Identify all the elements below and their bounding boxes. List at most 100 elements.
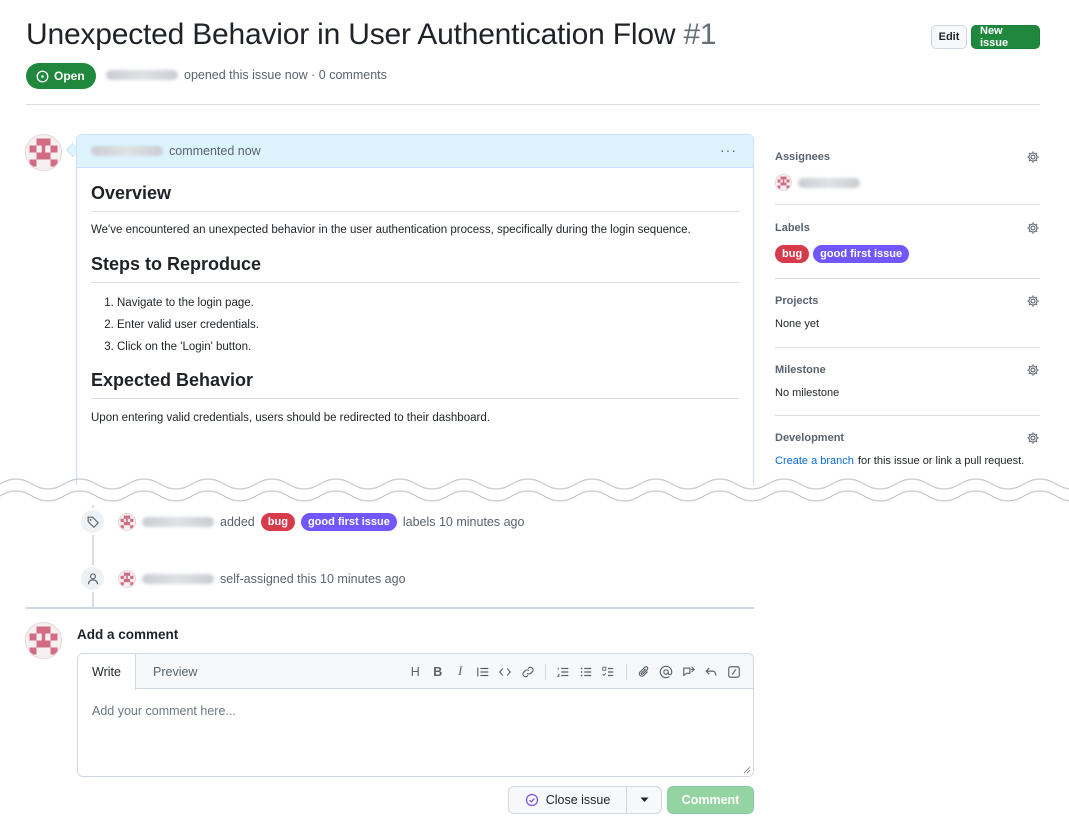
editor-tabs: Write Preview H B I: [78, 654, 753, 690]
list-item: Enter valid user credentials.: [117, 314, 739, 336]
sidebar-projects: Projects None yet: [775, 293, 1040, 330]
timeline-event-text: labels 10 minutes ago: [402, 514, 525, 529]
expected-heading: Expected Behavior: [91, 370, 739, 399]
heading-icon[interactable]: H: [404, 661, 427, 683]
gear-icon[interactable]: [1026, 431, 1040, 445]
timeline-labels-event: added bug good first issue labels 10 min…: [79, 508, 524, 535]
bold-icon[interactable]: B: [427, 661, 450, 683]
resize-handle-icon[interactable]: [743, 766, 751, 774]
sidebar-divider: [775, 278, 1040, 279]
avatar[interactable]: [118, 569, 136, 588]
sidebar-divider: [775, 204, 1040, 205]
tag-icon: [79, 508, 106, 535]
sidebar-assignees: Assignees: [775, 149, 1040, 191]
close-issue-button[interactable]: Close issue: [508, 786, 627, 814]
redacted-username[interactable]: [106, 70, 178, 80]
add-comment-title: Add a comment: [77, 627, 179, 642]
label-bug[interactable]: bug: [260, 512, 295, 531]
issue-meta: opened this issue now · 0 comments: [106, 68, 387, 82]
redacted-username[interactable]: [142, 573, 214, 584]
redacted-username[interactable]: [142, 516, 214, 527]
header-divider: [26, 104, 1040, 105]
sidebar-divider: [775, 415, 1040, 416]
timeline-assign-event: self-assigned this 10 minutes ago: [79, 565, 406, 592]
sidebar-milestone: Milestone No milestone: [775, 362, 1040, 399]
overview-text: We've encountered an unexpected behavior…: [91, 224, 691, 236]
sidebar-title: Development: [775, 432, 845, 444]
gear-icon[interactable]: [1026, 363, 1040, 377]
unordered-list-icon[interactable]: [575, 661, 598, 683]
create-branch-link[interactable]: Create a branch: [775, 455, 854, 467]
attach-icon[interactable]: [633, 661, 656, 683]
redacted-username[interactable]: [91, 146, 163, 156]
new-issue-button[interactable]: New issue: [971, 25, 1040, 49]
avatar[interactable]: [25, 622, 62, 659]
tab-write[interactable]: Write: [78, 654, 136, 690]
list-item: Click on the 'Login' button.: [117, 336, 739, 358]
issue-meta-text: opened this issue now · 0 comments: [184, 68, 387, 82]
timeline-divider: [26, 607, 754, 609]
overview-heading: Overview: [91, 183, 739, 212]
code-icon[interactable]: [494, 661, 517, 683]
sidebar-labels: Labels bug good first issue: [775, 220, 1040, 263]
comment-body: Overview We've encountered an unexpected…: [77, 183, 753, 428]
edit-button[interactable]: Edit: [931, 25, 967, 49]
sidebar-title: Projects: [775, 295, 819, 307]
cross-reference-icon[interactable]: [678, 661, 701, 683]
label-good-first-issue[interactable]: good first issue: [813, 245, 910, 263]
check-circle-icon: [525, 793, 538, 807]
comment-editor: Write Preview H B I: [77, 653, 754, 777]
avatar[interactable]: [118, 512, 136, 531]
issue-comment: commented now ··· Overview We've encount…: [76, 134, 754, 486]
list-item: Navigate to the login page.: [117, 292, 739, 314]
close-issue-dropdown[interactable]: [626, 786, 662, 814]
expected-text: Upon entering valid credentials, users s…: [91, 412, 490, 424]
issue-title: Unexpected Behavior in User Authenticati…: [26, 18, 717, 52]
tab-preview[interactable]: Preview: [139, 654, 211, 689]
sidebar-value: No milestone: [775, 387, 840, 399]
gear-icon[interactable]: [1026, 294, 1040, 308]
gear-icon[interactable]: [1026, 221, 1040, 235]
sidebar-development: Development Create a branch for this iss…: [775, 430, 1040, 467]
markdown-toolbar: H B I: [404, 654, 745, 689]
issue-number: #1: [683, 18, 717, 51]
comment-header-text: commented now: [169, 144, 261, 158]
sidebar-value: None yet: [775, 318, 820, 330]
sidebar-divider: [775, 347, 1040, 348]
sidebar-title: Milestone: [775, 364, 826, 376]
comment-textarea[interactable]: [78, 690, 753, 776]
triangle-down-icon: [640, 797, 648, 802]
slash-command-icon[interactable]: [723, 661, 746, 683]
sidebar-value: for this issue or link a pull request.: [857, 455, 1025, 467]
person-icon: [79, 565, 106, 592]
sidebar-title: Labels: [775, 222, 810, 234]
toolbar-separator: [545, 663, 546, 680]
task-list-icon[interactable]: [597, 661, 620, 683]
comment-header: commented now ···: [77, 135, 753, 168]
redacted-username[interactable]: [798, 177, 860, 188]
comment-button[interactable]: Comment: [667, 786, 754, 814]
close-issue-label: Close issue: [545, 793, 611, 807]
timeline-event-text: added: [220, 514, 255, 529]
timeline-event-text: self-assigned this 10 minutes ago: [220, 571, 406, 586]
avatar[interactable]: [25, 134, 62, 171]
label-bug[interactable]: bug: [775, 245, 810, 263]
label-good-first-issue[interactable]: good first issue: [300, 512, 397, 531]
issue-open-icon: [36, 70, 49, 82]
kebab-menu-icon[interactable]: ···: [720, 142, 737, 158]
gear-icon[interactable]: [1026, 150, 1040, 164]
reply-icon[interactable]: [700, 661, 723, 683]
quote-icon[interactable]: [472, 661, 495, 683]
status-badge: Open: [26, 63, 96, 89]
link-icon[interactable]: [517, 661, 540, 683]
sidebar-title: Assignees: [775, 151, 831, 163]
italic-icon[interactable]: I: [449, 661, 472, 683]
mention-icon[interactable]: [655, 661, 678, 683]
steps-list: Navigate to the login page. Enter valid …: [91, 292, 739, 358]
issue-title-text: Unexpected Behavior in User Authenticati…: [26, 18, 676, 51]
status-label: Open: [54, 69, 85, 83]
avatar[interactable]: [775, 174, 792, 191]
ordered-list-icon[interactable]: [552, 661, 575, 683]
toolbar-separator: [625, 663, 627, 680]
steps-heading: Steps to Reproduce: [91, 254, 739, 283]
